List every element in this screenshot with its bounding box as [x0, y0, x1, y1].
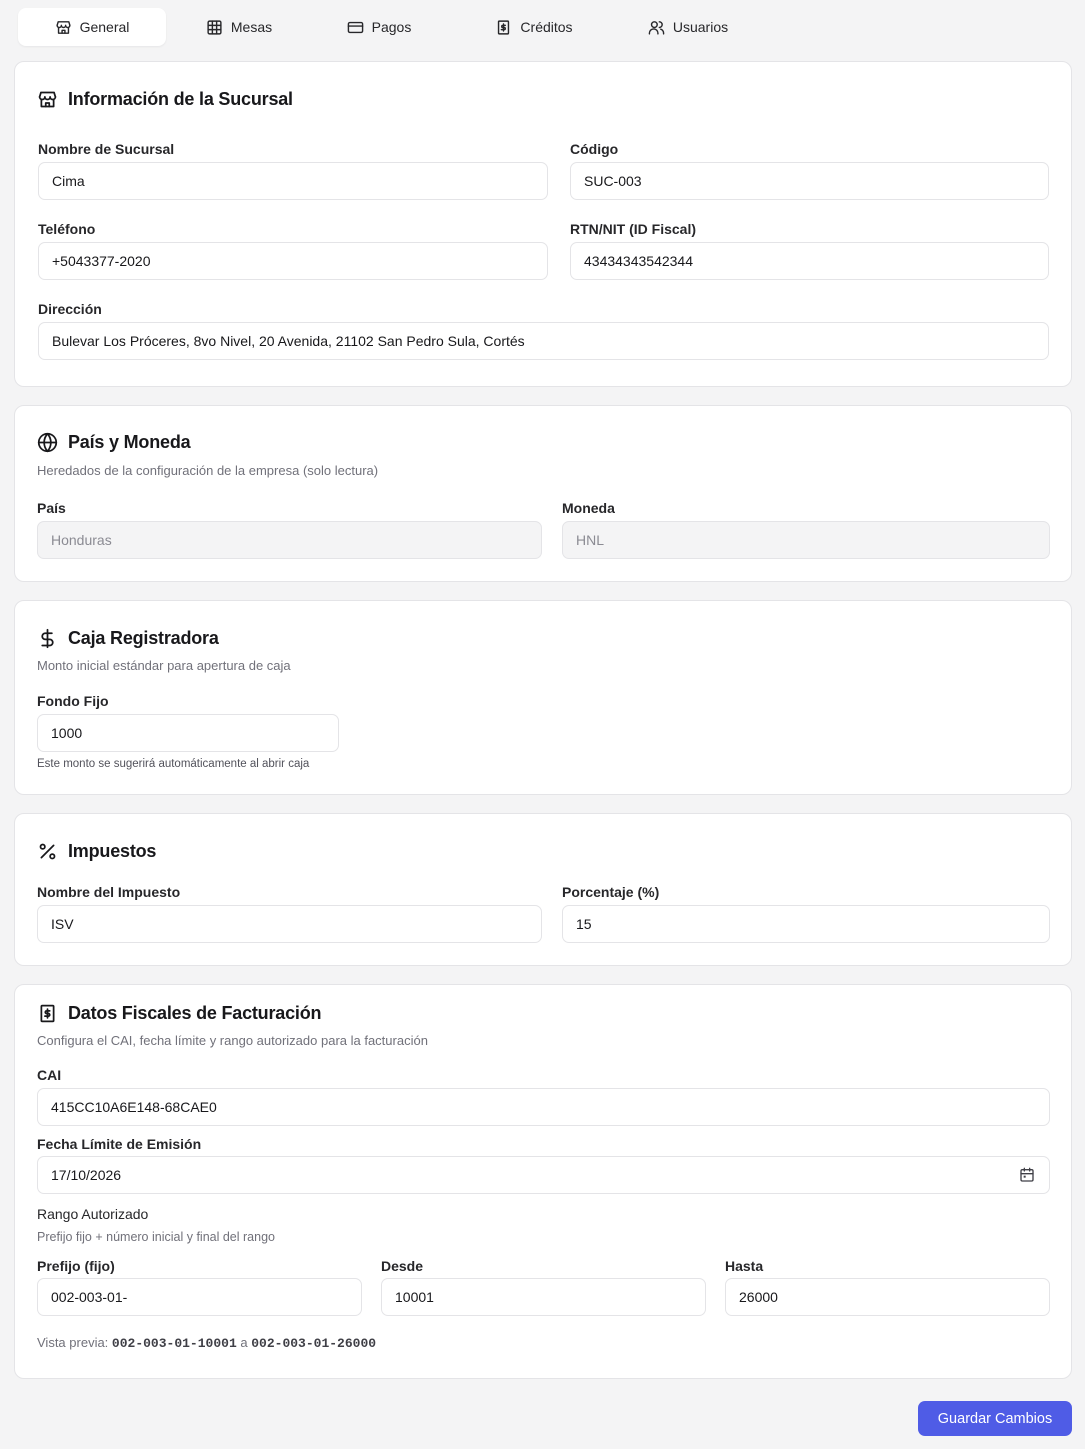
store-icon: [56, 20, 71, 34]
tab-pagos[interactable]: Pagos: [314, 8, 444, 46]
tax-name-label: Nombre del Impuesto: [37, 884, 181, 900]
card-title: País y Moneda: [37, 432, 191, 453]
card-title: Impuestos: [37, 841, 156, 862]
preview-label: Vista previa:: [37, 1335, 109, 1350]
card-title: Caja Registradora: [37, 628, 219, 649]
range-preview: Vista previa: 002-003-01-10001 a 002-003…: [37, 1335, 376, 1351]
card-title: Información de la Sucursal: [37, 89, 293, 110]
tab-mesas[interactable]: Mesas: [174, 8, 304, 46]
branch-info-card: Información de la Sucursal Nombre de Suc…: [14, 61, 1072, 387]
preview-separator: a: [240, 1335, 248, 1350]
country-field: Honduras: [37, 521, 542, 559]
code-label: Código: [570, 141, 619, 157]
tab-label: Pagos: [371, 19, 412, 35]
from-input[interactable]: 10001: [381, 1278, 706, 1316]
range-description: Prefijo fijo + número inicial y final de…: [37, 1230, 275, 1244]
preview-from: 002-003-01-10001: [111, 1336, 237, 1351]
card-title: Datos Fiscales de Facturación: [37, 1003, 321, 1024]
card-title-text: Impuestos: [68, 841, 157, 861]
receipt-icon: [498, 19, 510, 35]
currency-field: HNL: [562, 521, 1050, 559]
tab-usuarios[interactable]: Usuarios: [614, 8, 762, 46]
receipt-icon: [40, 1004, 55, 1023]
branch-name-input[interactable]: Cima: [38, 162, 548, 200]
tab-label: Mesas: [230, 19, 273, 35]
address-input[interactable]: Bulevar Los Próceres, 8vo Nivel, 20 Aven…: [38, 322, 1049, 360]
phone-input[interactable]: +5043377-2020: [38, 242, 548, 280]
country-label: País: [37, 500, 66, 516]
taxes-card: Impuestos Nombre del Impuesto ISV Porcen…: [14, 813, 1072, 966]
globe-icon: [37, 432, 58, 453]
fund-label: Fondo Fijo: [37, 693, 109, 709]
currency-label: Moneda: [562, 500, 615, 516]
fiscal-card: Datos Fiscales de Facturación Configura …: [14, 984, 1072, 1379]
settings-tabs: General Mesas Pagos Créditos Usuarios: [14, 4, 734, 50]
card-title-text: Datos Fiscales de Facturación: [68, 1003, 322, 1023]
from-label: Desde: [381, 1258, 424, 1274]
percent-icon: [39, 843, 56, 860]
range-label: Rango Autorizado: [37, 1206, 149, 1222]
phone-label: Teléfono: [38, 221, 96, 237]
fund-hint: Este monto se sugerirá automáticamente a…: [37, 758, 310, 770]
calendar-icon[interactable]: [1019, 1167, 1035, 1183]
store-icon: [38, 91, 57, 108]
card-description: Monto inicial estándar para apertura de …: [37, 658, 291, 673]
table-grid-icon: [207, 19, 222, 35]
tab-general[interactable]: General: [18, 8, 166, 46]
deadline-value: 17/10/2026: [51, 1167, 122, 1183]
address-label: Dirección: [38, 301, 102, 317]
tax-id-label: RTN/NIT (ID Fiscal): [570, 221, 697, 237]
cash-register-card: Caja Registradora Monto inicial estándar…: [14, 600, 1072, 795]
users-icon: [648, 20, 665, 35]
percentage-input[interactable]: 15: [562, 905, 1050, 943]
credit-card-icon: [347, 21, 363, 33]
save-button[interactable]: Guardar Cambios: [918, 1401, 1072, 1436]
card-description: Heredados de la configuración de la empr…: [37, 463, 379, 478]
card-title-text: Caja Registradora: [68, 628, 219, 648]
cai-label: CAI: [37, 1067, 62, 1083]
deadline-date-input[interactable]: 17/10/2026: [37, 1156, 1050, 1194]
deadline-label: Fecha Límite de Emisión: [37, 1136, 202, 1152]
dollar-icon: [41, 628, 54, 649]
tab-label: Usuarios: [672, 19, 729, 35]
tax-name-input[interactable]: ISV: [37, 905, 542, 943]
cai-input[interactable]: 415CC10A6E148-68CAE0: [37, 1088, 1050, 1126]
fund-input[interactable]: 1000: [37, 714, 339, 752]
tab-label: General: [79, 19, 130, 35]
tax-id-input[interactable]: 43434343542344: [570, 242, 1049, 280]
prefix-label: Prefijo (fijo): [37, 1258, 115, 1274]
percentage-label: Porcentaje (%): [562, 884, 660, 900]
tab-creditos[interactable]: Créditos: [464, 8, 604, 46]
preview-to: 002-003-01-26000: [251, 1336, 377, 1351]
to-input[interactable]: 26000: [725, 1278, 1050, 1316]
branch-name-label: Nombre de Sucursal: [38, 141, 175, 157]
tab-label: Créditos: [520, 19, 573, 35]
country-currency-card: País y Moneda Heredados de la configurac…: [14, 405, 1072, 582]
to-label: Hasta: [725, 1258, 764, 1274]
card-title-text: País y Moneda: [68, 432, 191, 452]
card-title-text: Información de la Sucursal: [68, 89, 293, 109]
code-input[interactable]: SUC-003: [570, 162, 1049, 200]
card-description: Configura el CAI, fecha límite y rango a…: [37, 1033, 428, 1048]
prefix-input[interactable]: 002-003-01-: [37, 1278, 362, 1316]
